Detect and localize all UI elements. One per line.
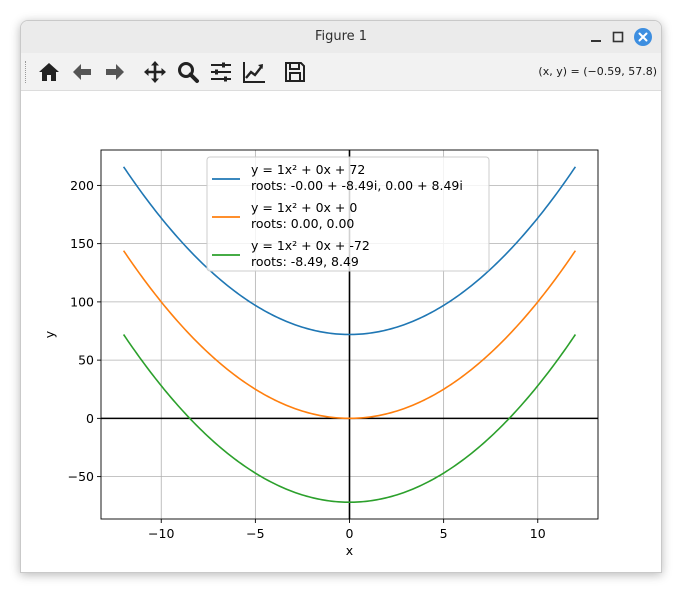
x-axis-label: x <box>346 543 353 558</box>
x-tick-label: −10 <box>148 526 174 541</box>
figure-canvas[interactable]: −10 −5 0 5 10 −50 0 50 100 150 200 x y y = 1x² + 0x +… <box>21 91 661 572</box>
home-icon[interactable] <box>37 60 61 84</box>
y-tick-label: 200 <box>70 178 94 193</box>
minimize-icon[interactable] <box>587 28 605 46</box>
y-tick-label: 100 <box>70 294 94 309</box>
y-tick-label: −50 <box>68 469 94 484</box>
floppy-disk-icon[interactable] <box>283 60 307 84</box>
window-title: Figure 1 <box>314 29 368 44</box>
x-tick-label: 5 <box>440 526 448 541</box>
toolbar-grip[interactable] <box>25 61 29 83</box>
y-axis-label: y <box>42 330 57 338</box>
x-tick-label: 10 <box>530 526 546 541</box>
plot-area[interactable]: −10 −5 0 5 10−50050100150200xyy = 1x² + 0x +… <box>21 91 661 572</box>
arrow-left-icon[interactable] <box>70 60 94 84</box>
legend-roots: roots: -0.00 + -8.49i, 0.00 + 8.49i <box>251 178 463 193</box>
title-bar[interactable]: Figure 1 <box>21 21 661 53</box>
legend: y = 1x² + 0x + 72roots: -0.00 + -8.49i, … <box>206 156 490 272</box>
cursor-coordinates: (x, y) = (−0.59, 57.8) <box>538 65 657 78</box>
legend-label: y = 1x² + 0x + 72 <box>251 162 365 177</box>
legend-label: y = 1x² + 0x + 0 <box>251 200 357 215</box>
close-icon[interactable] <box>634 28 652 46</box>
magnifier-icon[interactable] <box>176 60 200 84</box>
arrow-right-icon[interactable] <box>103 60 127 84</box>
sliders-icon[interactable] <box>209 60 233 84</box>
legend-roots: roots: 0.00, 0.00 <box>251 216 354 231</box>
x-tick-label: −5 <box>246 526 264 541</box>
move-arrows-icon[interactable] <box>143 60 167 84</box>
maximize-icon[interactable] <box>609 28 627 46</box>
line-chart-icon[interactable] <box>242 60 266 84</box>
y-tick-label: 0 <box>86 411 94 426</box>
legend-roots: roots: -8.49, 8.49 <box>251 254 359 269</box>
y-tick-label: 50 <box>78 353 94 368</box>
toolbar: (x, y) = (−0.59, 57.8) <box>21 53 661 91</box>
x-tick-label: 0 <box>346 526 354 541</box>
legend-label: y = 1x² + 0x + -72 <box>251 238 370 253</box>
y-tick-label: 150 <box>70 236 94 251</box>
figure-window: Figure 1 (x, y) = (−0.59, 57.8) −10 −5 0… <box>20 20 662 573</box>
